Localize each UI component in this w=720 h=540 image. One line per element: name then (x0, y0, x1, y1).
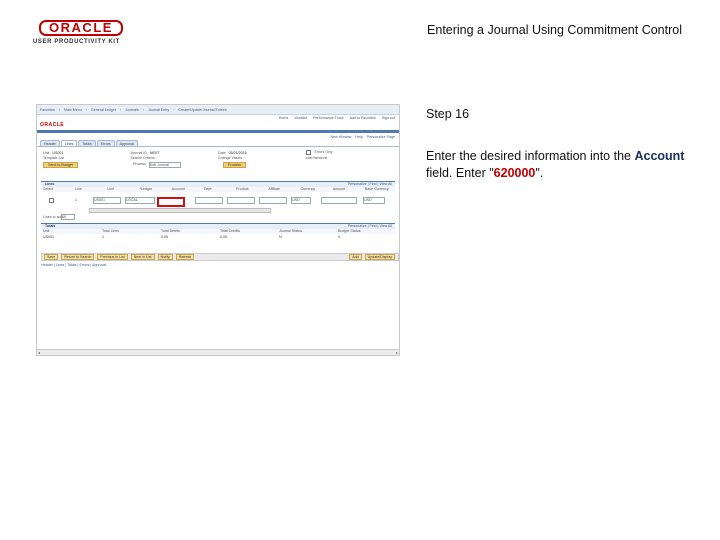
tot-col-unit: Unit (43, 229, 50, 233)
app-screenshot: Favorites › Main Menu › General Ledger › Jo… (36, 104, 400, 356)
inter-intraunit-link[interactable]: Inter/IntraUnit (306, 156, 394, 160)
ledger-input[interactable]: LOCAL (125, 197, 155, 204)
lines-column-headers: Select Line Unit *Ledger Account Dept Pr… (41, 187, 395, 192)
app-logo: ORACLE (40, 122, 65, 128)
entry-value: 620000 (493, 166, 536, 180)
page-toolbar: Save Return to Search Previous in List N… (41, 253, 399, 261)
currency-input[interactable]: USD (291, 197, 311, 204)
lines-to-add-label: Lines to add (43, 215, 63, 219)
affiliate-input[interactable] (259, 197, 287, 204)
oracle-upk-logo: ORACLE USER PRODUCTIVITY KIT (33, 20, 125, 48)
lines-grid-controls[interactable]: Personalize | Find | View All (348, 182, 392, 186)
process-select[interactable]: Edit Journal (148, 162, 181, 168)
account-input[interactable] (157, 197, 185, 207)
personalize-page-link[interactable]: Personalize Page (367, 135, 395, 139)
worklist-link[interactable]: Worklist (294, 116, 307, 120)
amount-input[interactable] (321, 197, 357, 204)
col-currency: Currency (300, 187, 316, 191)
template-list-link[interactable]: Template List (43, 156, 131, 160)
add-to-favorites-link[interactable]: Add to Favorites (350, 116, 376, 120)
unit-field: Unit US001 (43, 150, 64, 155)
col-base-currency: Base Currency (364, 187, 389, 191)
notify-button[interactable]: Notify (157, 254, 173, 260)
performance-trace-link[interactable]: Performance Trace (313, 116, 344, 120)
home-link[interactable]: Home (279, 116, 289, 120)
grid-horizontal-scrollbar[interactable] (89, 208, 271, 213)
scroll-left-icon[interactable]: ◂ (38, 350, 40, 355)
col-ledger: *Ledger (139, 187, 153, 191)
upk-logo-text: USER PRODUCTIVITY KIT (33, 39, 120, 45)
step-instruction: Enter the desired information into the A… (426, 149, 685, 180)
window-horizontal-scrollbar[interactable]: ◂ ▸ (37, 349, 399, 355)
table-row: US001 1 0.00 0.00 N V (43, 235, 341, 239)
slide-title: Entering a Journal Using Commitment Cont… (427, 23, 682, 37)
totals-grid-title: Totals (45, 224, 56, 228)
footer-page-links[interactable]: Header | Lines | Totals | Errors | Appro… (41, 263, 106, 267)
col-amount: Amount (332, 187, 346, 191)
checkbox-icon[interactable] (305, 150, 311, 155)
dept-input[interactable] (195, 197, 223, 204)
refresh-button[interactable]: Refresh (175, 254, 195, 260)
send-to-budget-button[interactable]: Send to Budget (43, 162, 78, 168)
new-window-link[interactable]: New Window (330, 135, 351, 139)
product-input[interactable] (227, 197, 255, 204)
nav-item-journals[interactable]: Journals (125, 108, 139, 112)
tot-col-debits: Total Debits (161, 229, 180, 233)
tot-col-lines: Total Lines (102, 229, 120, 233)
unit-input[interactable]: US001 (93, 197, 121, 204)
row-line-number: 1 (75, 198, 77, 202)
oracle-logo-text: ORACLE (39, 20, 123, 36)
row-select-checkbox[interactable] (49, 198, 54, 203)
nav-item-create-update[interactable]: Create/Update Journal Entries (178, 108, 226, 112)
next-in-list-button[interactable]: Next in List (130, 254, 155, 260)
col-account: Account (171, 187, 185, 191)
tot-col-journal-status: Journal Status (279, 229, 302, 233)
totals-grid-controls[interactable]: Personalize | Find | View All (348, 224, 392, 228)
lines-to-add-input[interactable]: 10 (61, 214, 75, 220)
col-affiliate: Affiliate (268, 187, 281, 191)
return-to-search-button[interactable]: Return to Search (61, 254, 95, 260)
process-label: Process (133, 162, 146, 167)
journal-id-field: Journal ID NEXT (130, 150, 160, 155)
tot-col-credits: Total Credits (220, 229, 240, 233)
add-button[interactable]: Add (349, 254, 362, 260)
date-field: Date 05/21/2015 (218, 150, 247, 155)
col-product: Product (236, 187, 249, 191)
table-row: 1 US001 LOCAL USD USD (41, 194, 395, 206)
update-display-button[interactable]: Update/Display (364, 254, 395, 260)
col-unit: Unit (107, 187, 114, 191)
nav-item-main-menu[interactable]: Main Menu (64, 108, 82, 112)
page-links: New Window Help Personalize Page (330, 135, 395, 139)
col-dept: Dept (203, 187, 212, 191)
nav-item-journal-entry[interactable]: Journal Entry (148, 108, 169, 112)
errors-only-checkbox[interactable]: Errors Only (305, 150, 394, 155)
col-line: Line (75, 187, 82, 191)
process-button[interactable]: Process (223, 162, 246, 168)
save-button[interactable]: Save (44, 254, 59, 260)
nav-item-favorites[interactable]: Favorites (40, 108, 55, 112)
previous-in-list-button[interactable]: Previous in List (97, 254, 128, 260)
change-values-link[interactable]: Change Values (218, 156, 306, 160)
totals-column-headers: Unit Total Lines Total Debits Total Cred… (41, 229, 395, 234)
header-divider (37, 130, 399, 133)
journal-header: Unit US001 Journal ID NEXT Date 05/21/2015 … (43, 150, 393, 168)
help-link[interactable]: Help (355, 135, 362, 139)
nav-item-general-ledger[interactable]: General Ledger (91, 108, 116, 112)
tab-divider (37, 146, 399, 147)
lines-grid-title: Lines (45, 182, 55, 186)
field-name: Account (634, 149, 685, 163)
step-number: Step 16 (426, 107, 470, 121)
scroll-right-icon[interactable]: ▸ (396, 350, 398, 355)
search-criteria-link[interactable]: Search Criteria (131, 156, 219, 160)
base-currency-input[interactable]: USD (363, 197, 385, 204)
tot-col-budget-status: Budget Status (338, 229, 361, 233)
universal-nav: Home Worklist Performance Trace Add to F… (279, 116, 395, 120)
col-select: Select (43, 187, 53, 191)
sign-out-link[interactable]: Sign out (382, 116, 395, 120)
breadcrumb: Favorites › Main Menu › General Ledger › Jo… (37, 105, 399, 115)
